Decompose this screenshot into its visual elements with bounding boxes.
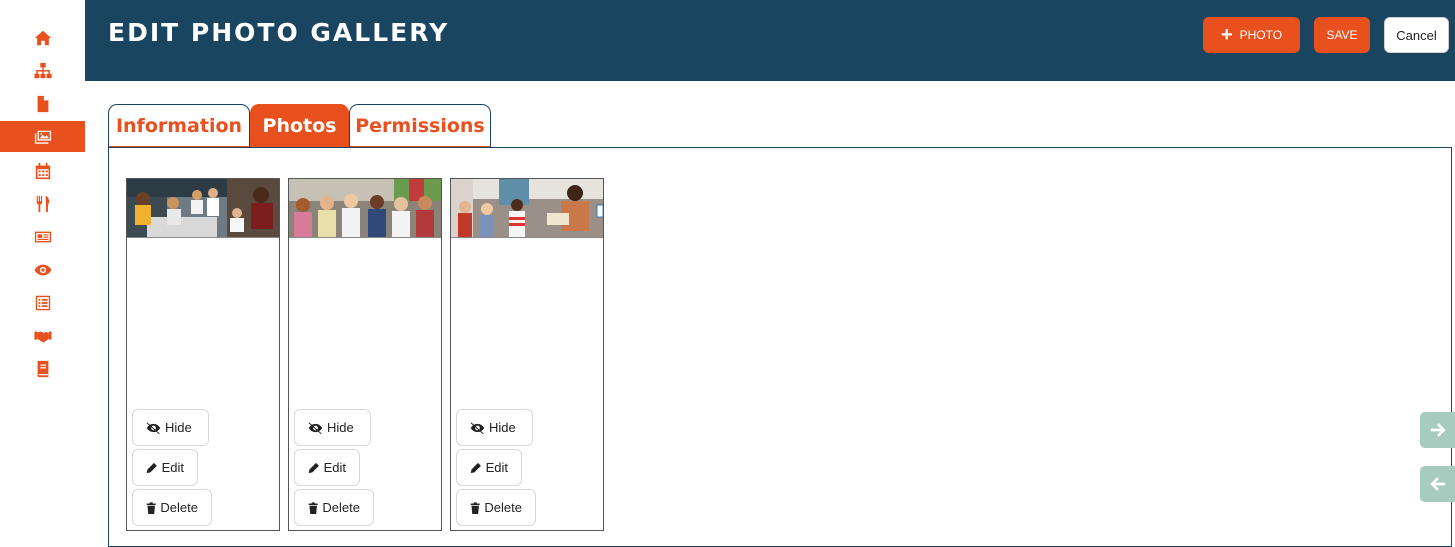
sidebar-item-visibility[interactable] (0, 254, 85, 285)
edit-photo-button[interactable]: Edit (132, 449, 198, 486)
trash-icon (308, 501, 318, 514)
list-icon (35, 295, 50, 310)
sidebar-item-list[interactable] (0, 287, 85, 318)
tab-photos[interactable]: Photos (250, 104, 349, 156)
photo-thumbnail[interactable] (127, 179, 279, 238)
calendar-icon (35, 162, 50, 179)
sidebar-item-file[interactable] (0, 88, 85, 119)
classroom-photo-image (127, 179, 279, 237)
sidebar (0, 0, 85, 543)
photo-thumbnail[interactable] (289, 179, 441, 238)
home-icon (34, 30, 51, 45)
next-arrow-button[interactable] (1420, 412, 1455, 448)
delete-photo-button[interactable]: Delete (456, 489, 536, 526)
sidebar-item-sitemap[interactable] (0, 55, 85, 86)
photo-card: Hide Edit Delete (450, 178, 604, 531)
images-icon (34, 130, 51, 144)
children-group-photo-image (289, 179, 441, 237)
edit-label: Edit (161, 460, 184, 475)
photo-card: Hide Edit Delete (126, 178, 280, 531)
edit-photo-button[interactable]: Edit (294, 449, 360, 486)
add-photo-button[interactable]: + PHOTO (1203, 17, 1300, 53)
eye-slash-icon (470, 422, 485, 434)
sidebar-item-home[interactable] (0, 22, 85, 53)
tab-permissions[interactable]: Permissions (349, 104, 491, 150)
eye-icon (33, 264, 52, 275)
trash-icon (470, 501, 480, 514)
previous-arrow-button[interactable] (1420, 466, 1455, 502)
book-icon (37, 360, 48, 377)
trash-icon (146, 501, 156, 514)
photo-thumbnail[interactable] (451, 179, 603, 238)
page-title: EDIT PHOTO GALLERY (108, 18, 450, 47)
plus-icon: + (1220, 24, 1233, 46)
pencil-icon (470, 462, 481, 473)
arrow-right-icon (1430, 423, 1446, 437)
hide-label: Hide (165, 420, 192, 435)
file-icon (37, 95, 48, 112)
sidebar-item-book[interactable] (0, 353, 85, 384)
edit-label: Edit (323, 460, 346, 475)
eye-slash-icon (308, 422, 323, 434)
sidebar-item-menu[interactable] (0, 188, 85, 219)
save-button[interactable]: SAVE (1314, 17, 1370, 53)
edit-label: Edit (485, 460, 508, 475)
add-photo-label: PHOTO (1239, 28, 1283, 42)
arrow-left-icon (1429, 477, 1445, 491)
sidebar-item-news[interactable] (0, 221, 85, 252)
hide-label: Hide (489, 420, 516, 435)
sidebar-item-photo-gallery[interactable] (0, 121, 85, 152)
cancel-button[interactable]: Cancel (1384, 17, 1449, 53)
delete-photo-button[interactable]: Delete (132, 489, 212, 526)
sidebar-item-calendar[interactable] (0, 155, 85, 186)
tab-information[interactable]: Information (108, 104, 250, 150)
handshake-icon (33, 331, 52, 342)
sidebar-item-partners[interactable] (0, 320, 85, 351)
tab-photos-label: Photos (262, 115, 337, 137)
utensils-icon (36, 195, 49, 212)
hide-photo-button[interactable]: Hide (132, 409, 209, 446)
newspaper-icon (34, 231, 51, 242)
photo-card: Hide Edit Delete (288, 178, 442, 531)
reading-circle-photo-image (451, 179, 603, 237)
page-header: EDIT PHOTO GALLERY + PHOTO SAVE Cancel (85, 0, 1455, 81)
delete-label: Delete (322, 500, 360, 515)
edit-photo-button[interactable]: Edit (456, 449, 522, 486)
pencil-icon (308, 462, 319, 473)
hide-photo-button[interactable]: Hide (294, 409, 371, 446)
hide-photo-button[interactable]: Hide (456, 409, 533, 446)
eye-slash-icon (146, 422, 161, 434)
delete-photo-button[interactable]: Delete (294, 489, 374, 526)
delete-label: Delete (484, 500, 522, 515)
pencil-icon (146, 462, 157, 473)
delete-label: Delete (160, 500, 198, 515)
hide-label: Hide (327, 420, 354, 435)
sitemap-icon (33, 62, 52, 78)
